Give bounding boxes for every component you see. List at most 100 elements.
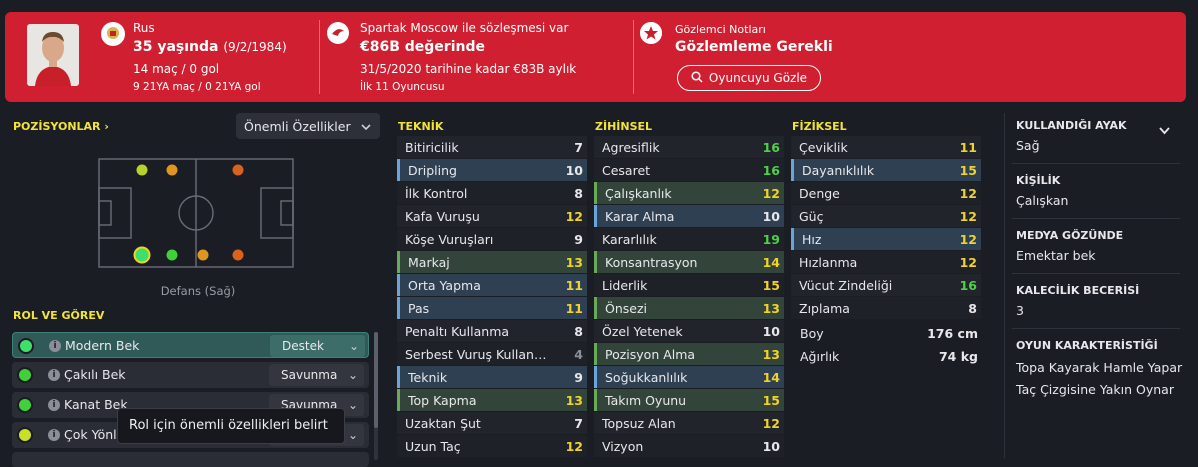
attribute-value: 12: [959, 209, 977, 224]
role-label: Çakılı Bek: [64, 367, 126, 382]
attribute-row[interactable]: Teknik 9: [397, 366, 587, 388]
attribute-row[interactable]: Zıplama 8: [791, 297, 981, 319]
attribute-row[interactable]: Özel Yetenek 10: [594, 320, 784, 342]
role-row-cakili-bek[interactable]: i Çakılı Bek Savunma ⌄: [12, 362, 369, 388]
player-value: €86B değerinde: [360, 39, 485, 55]
chevron-down-icon: ⌄: [347, 398, 358, 412]
weight-value: 74 kg: [938, 349, 978, 364]
attribute-row[interactable]: Orta Yapma 11: [397, 274, 587, 296]
attribute-row[interactable]: Serbest Vuruş Kullan… 4: [397, 343, 587, 365]
attribute-row[interactable]: Soğukkanlılık 14: [594, 366, 784, 388]
positions-title[interactable]: POZİSYONLAR ›: [13, 120, 109, 133]
attribute-row[interactable]: Markaj 13: [397, 251, 587, 273]
attribute-row[interactable]: Karar Alma 10: [594, 205, 784, 227]
appearances: 14 maç / 0 gol: [133, 62, 220, 76]
attributes-highlight-dropdown[interactable]: Önemli Özellikler: [236, 113, 380, 139]
attribute-value: 12: [959, 255, 977, 270]
attribute-row[interactable]: Kararlılık 19: [594, 228, 784, 250]
attribute-value: 10: [762, 209, 780, 224]
attribute-row[interactable]: Uzaktan Şut 7: [397, 412, 587, 434]
attribute-row[interactable]: Çalışkanlık 12: [594, 182, 784, 204]
attribute-name: Özel Yetenek: [602, 324, 683, 339]
attribute-row[interactable]: Çeviklik 11: [791, 136, 981, 158]
info-icon[interactable]: i: [48, 399, 60, 411]
divider: [1012, 163, 1180, 164]
attribute-row[interactable]: Cesaret 16: [594, 159, 784, 181]
attribute-name: Bitiricilik: [405, 140, 459, 155]
attribute-row[interactable]: Dayanıklılık 15: [791, 159, 981, 181]
attribute-row[interactable]: Pozisyon Alma 13: [594, 343, 784, 365]
role-label: Modern Bek: [65, 338, 140, 353]
info-icon[interactable]: i: [48, 369, 60, 381]
header-divider: [633, 20, 634, 94]
attribute-row[interactable]: Hızlanma 12: [791, 251, 981, 273]
attribute-value: 8: [968, 301, 977, 316]
attribute-value: 10: [762, 439, 780, 454]
player-trait: Taç Çizgisine Yakın Oynar: [1016, 382, 1174, 397]
attribute-value: 8: [574, 186, 583, 201]
attribute-value: 16: [762, 163, 780, 178]
attribute-row[interactable]: Dripling 10: [397, 159, 587, 181]
info-icon[interactable]: i: [48, 429, 60, 441]
attribute-value: 11: [959, 140, 977, 155]
role-rating-dot: [17, 427, 33, 443]
squad-status: İlk 11 Oyuncusu: [360, 81, 445, 93]
attribute-name: Vücut Zindeliği: [799, 278, 893, 293]
attribute-value: 15: [762, 278, 780, 293]
attribute-row[interactable]: Hız 12: [791, 228, 981, 250]
scout-player-label: Oyuncuyu Gözle: [708, 71, 808, 85]
attribute-row[interactable]: Top Kapma 13: [397, 389, 587, 411]
am-left-dot: [232, 164, 244, 176]
attribute-name: Karar Alma: [605, 209, 675, 224]
duty-dropdown[interactable]: Savunma ⌄: [269, 364, 364, 386]
attribute-name: Liderlik: [602, 278, 648, 293]
attribute-row[interactable]: Pas 11: [397, 297, 587, 319]
cb-right-dot: [166, 249, 178, 261]
media-description: Emektar bek: [1016, 248, 1096, 263]
scout-verdict: Gözlemleme Gerekli: [675, 39, 833, 55]
attribute-row[interactable]: Bitiricilik 7: [397, 136, 587, 158]
attribute-row[interactable]: Penaltı Kullanma 8: [397, 320, 587, 342]
info-icon[interactable]: i: [49, 340, 61, 352]
attribute-row[interactable]: Vücut Zindeliği 16: [791, 274, 981, 296]
attribute-value: 14: [762, 370, 780, 385]
attribute-row[interactable]: Güç 12: [791, 205, 981, 227]
chevron-down-icon[interactable]: [1159, 120, 1170, 139]
attribute-name: Kafa Vuruşu: [405, 209, 480, 224]
panel-divider: [1004, 113, 1005, 458]
attribute-row[interactable]: Kafa Vuruşu 12: [397, 205, 587, 227]
attribute-row[interactable]: Denge 12: [791, 182, 981, 204]
attribute-row[interactable]: Topsuz Alan 12: [594, 412, 784, 434]
attribute-row[interactable]: İlk Kontrol 8: [397, 182, 587, 204]
attribute-row[interactable]: Uzun Taç 12: [397, 435, 587, 457]
attribute-row[interactable]: Vizyon 10: [594, 435, 784, 457]
wingback-left-dot: [136, 164, 148, 176]
attribute-row[interactable]: Önsezi 13: [594, 297, 784, 319]
attribute-row[interactable]: Takım Oyunu 15: [594, 389, 784, 411]
chevron-down-icon: ⌄: [347, 428, 358, 442]
attribute-value: 9: [574, 232, 583, 247]
roles-scrollbar-thumb[interactable]: [374, 332, 378, 428]
attribute-row[interactable]: Agresiflik 16: [594, 136, 784, 158]
attribute-name: Cesaret: [602, 163, 651, 178]
scout-player-button[interactable]: Oyuncuyu Gözle: [677, 65, 821, 91]
attribute-row[interactable]: Konsantrasyon 14: [594, 251, 784, 273]
divider: [1012, 218, 1180, 219]
attribute-name: Kararlılık: [602, 232, 657, 247]
attribute-row[interactable]: Köşe Vuruşları 9: [397, 228, 587, 250]
attribute-row[interactable]: Liderlik 15: [594, 274, 784, 296]
attribute-value: 15: [959, 163, 977, 178]
dropdown-value: Önemli Özellikler: [244, 118, 351, 134]
duty-dropdown[interactable]: Destek ⌄: [270, 335, 365, 357]
attribute-name: Top Kapma: [408, 393, 477, 408]
attribute-name: Uzaktan Şut: [405, 416, 481, 431]
role-row-modern-bek[interactable]: i Modern Bek Destek ⌄: [12, 332, 369, 358]
attribute-value: 12: [762, 416, 780, 431]
attribute-name: Pozisyon Alma: [605, 347, 696, 362]
position-pitch: [98, 158, 294, 268]
contract-club: Spartak Moscow ile sözleşmesi var: [360, 21, 569, 35]
role-row-partial[interactable]: [12, 452, 369, 467]
preferred-foot-title: KULLANDIĞI AYAK: [1016, 119, 1127, 132]
spartak-badge-icon: [327, 22, 349, 44]
attribute-name: Dayanıklılık: [802, 163, 875, 178]
